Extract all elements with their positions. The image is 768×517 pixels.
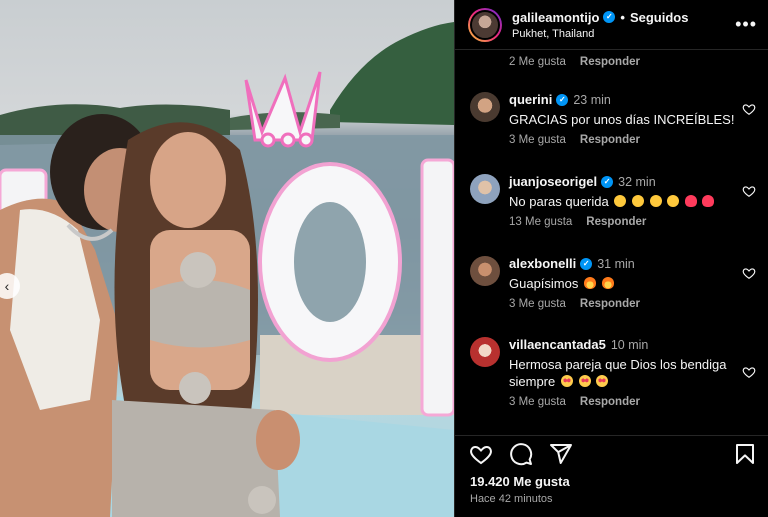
likes-count[interactable]: 19.420 Me gusta: [470, 474, 570, 489]
post-photo: ‹: [0, 0, 454, 517]
post-location[interactable]: Pukhet, Thailand: [512, 28, 688, 40]
commenter-avatar[interactable]: [470, 256, 500, 286]
commenter-avatar[interactable]: [470, 174, 500, 204]
heart-eyes-emoji-icon: [578, 375, 591, 387]
author-avatar[interactable]: [468, 7, 502, 42]
comment-meta: 13 Me gusta Responder: [509, 216, 760, 228]
post-side-panel: galileamontijo ✓ • Seguidos Pukhet, Thai…: [454, 0, 768, 517]
more-options-icon[interactable]: •••: [735, 14, 757, 35]
post-header: galileamontijo ✓ • Seguidos Pukhet, Thai…: [455, 0, 768, 50]
reply-button[interactable]: Responder: [580, 134, 640, 146]
comment-likes[interactable]: 2 Me gusta: [509, 56, 566, 68]
comments-list[interactable]: 2 Me gusta Responder querini ✓ 23 min GR…: [455, 50, 768, 435]
commenter-username[interactable]: alexbonelli: [509, 256, 576, 271]
clapping-hands-emoji-icon: [631, 195, 644, 207]
comment-likes[interactable]: 3 Me gusta: [509, 396, 566, 408]
heart-eyes-emoji-icon: [596, 375, 609, 387]
commenter-avatar[interactable]: [470, 337, 500, 367]
verified-badge-icon: ✓: [556, 93, 569, 106]
post-timestamp[interactable]: Hace 42 minutos: [470, 493, 553, 505]
send-icon[interactable]: [549, 442, 573, 466]
comment-text-body: Hermosa pareja que Dios los bendiga siem…: [509, 357, 727, 389]
verified-badge-icon: ✓: [603, 11, 616, 23]
verified-badge-icon: ✓: [580, 257, 593, 270]
comment-time[interactable]: 32 min: [618, 175, 656, 189]
comment-likes[interactable]: 13 Me gusta: [509, 216, 572, 228]
comment-text: GRACIAS por unos días INCREÍBLES!: [509, 112, 735, 127]
following-button[interactable]: Seguidos: [630, 10, 689, 25]
comment-text-body: Guapísimos: [509, 276, 579, 291]
reply-button[interactable]: Responder: [580, 56, 640, 68]
chevron-left-icon: ‹: [4, 278, 10, 294]
post-actions: 19.420 Me gusta Hace 42 minutos: [455, 435, 768, 517]
photo-illustration: [0, 22, 454, 517]
commenter-username[interactable]: querini: [509, 92, 552, 107]
fire-emoji-icon: [584, 277, 596, 289]
comment-time[interactable]: 31 min: [597, 257, 635, 271]
reply-button[interactable]: Responder: [580, 396, 640, 408]
comment-time[interactable]: 10 min: [611, 338, 649, 352]
commenter-username[interactable]: villaencantada5: [509, 337, 606, 352]
verified-badge-icon: ✓: [601, 175, 614, 188]
commenter-avatar[interactable]: [470, 92, 500, 122]
comment-meta: 3 Me gusta Responder: [509, 396, 760, 408]
clapping-hands-emoji-icon: [614, 195, 627, 207]
bookmark-icon[interactable]: [733, 442, 757, 466]
author-username[interactable]: galileamontijo: [512, 10, 599, 25]
comment-time[interactable]: 23 min: [573, 93, 611, 107]
comment-item: villaencantada5 10 min Hermosa pareja qu…: [470, 337, 760, 408]
reply-button[interactable]: Responder: [586, 216, 646, 228]
comment-likes[interactable]: 3 Me gusta: [509, 298, 566, 310]
heart-eyes-emoji-icon: [560, 375, 573, 387]
comment-meta: 3 Me gusta Responder: [509, 134, 760, 146]
fire-emoji-icon: [601, 277, 614, 289]
reply-button[interactable]: Responder: [580, 298, 640, 310]
comment-icon[interactable]: [509, 442, 533, 466]
heart-icon[interactable]: [469, 442, 493, 466]
separator-dot: •: [620, 9, 625, 25]
comment-item: alexbonelli ✓ 31 min Guapísimos 3 Me gus…: [470, 256, 760, 310]
heart-emoji-icon: [702, 195, 715, 207]
comment-item: querini ✓ 23 min GRACIAS por unos días I…: [470, 92, 760, 146]
comment-meta: 2 Me gusta Responder: [509, 56, 640, 68]
comment-meta: 3 Me gusta Responder: [509, 298, 760, 310]
comment-like-heart-icon[interactable]: [742, 102, 756, 116]
comment-text: Guapísimos: [509, 275, 749, 292]
clapping-hands-emoji-icon: [649, 195, 662, 207]
clapping-hands-emoji-icon: [667, 195, 680, 207]
comment-like-heart-icon[interactable]: [742, 266, 756, 280]
comment-like-heart-icon[interactable]: [742, 184, 756, 198]
comment-text-body: No paras querida: [509, 194, 609, 209]
commenter-username[interactable]: juanjoseorigel: [509, 174, 597, 189]
comment-text: Hermosa pareja que Dios los bendiga siem…: [509, 356, 749, 390]
comment-text: No paras querida: [509, 193, 749, 210]
comment-item: juanjoseorigel ✓ 32 min No paras querida…: [470, 174, 760, 228]
comment-likes[interactable]: 3 Me gusta: [509, 134, 566, 146]
comment-like-heart-icon[interactable]: [742, 365, 756, 379]
heart-emoji-icon: [684, 195, 697, 207]
